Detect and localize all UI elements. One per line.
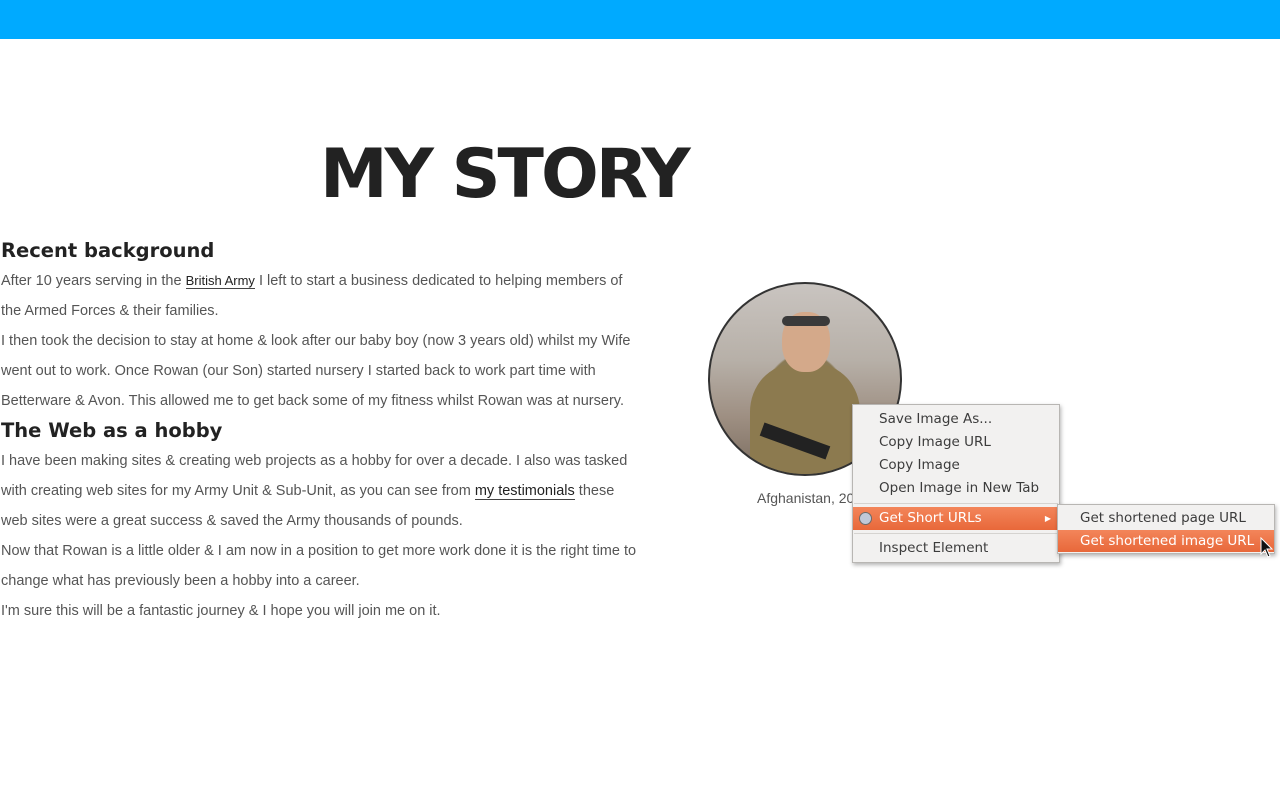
context-menu: Save Image As... Copy Image URL Copy Ima…	[852, 404, 1060, 563]
addon-icon	[859, 512, 872, 525]
paragraph: Now that Rowan is a little older & I am …	[1, 543, 637, 589]
british-army-link[interactable]: British Army	[185, 273, 255, 289]
page-title: MY STORY	[320, 135, 691, 214]
submenu-item-shortened-page-url[interactable]: Get shortened page URL	[1058, 507, 1274, 529]
menu-separator	[854, 533, 1058, 534]
menu-item-label: Get Short URLs	[879, 510, 982, 526]
menu-item-inspect-element[interactable]: Inspect Element	[853, 537, 1059, 560]
menu-separator	[854, 503, 1058, 504]
testimonials-link[interactable]: my testimonials	[474, 483, 575, 500]
paragraph: I have been making sites & creating web …	[1, 453, 628, 529]
menu-item-get-short-urls[interactable]: Get Short URLs ▶	[853, 507, 1059, 530]
top-accent-bar	[0, 0, 1280, 39]
photo-caption: Afghanistan, 20	[757, 490, 855, 506]
paragraph: I then took the decision to stay at home…	[1, 333, 631, 409]
section-heading: Recent background	[1, 239, 215, 262]
mouse-pointer-icon	[1260, 537, 1274, 558]
section-heading: The Web as a hobby	[1, 419, 223, 442]
submenu-item-shortened-image-url[interactable]: Get shortened image URL	[1058, 530, 1274, 552]
paragraph: After 10 years serving in the British Ar…	[1, 273, 623, 319]
paragraph: I'm sure this will be a fantastic journe…	[1, 603, 441, 619]
submenu-arrow-icon: ▶	[1044, 514, 1051, 523]
story-content: Recent background After 10 years serving…	[1, 236, 641, 626]
menu-item-copy-image-url[interactable]: Copy Image URL	[853, 431, 1059, 454]
menu-item-open-image-new-tab[interactable]: Open Image in New Tab	[853, 477, 1059, 500]
short-urls-submenu: Get shortened page URL Get shortened ima…	[1057, 504, 1275, 554]
menu-item-copy-image[interactable]: Copy Image	[853, 454, 1059, 477]
menu-item-save-image-as[interactable]: Save Image As...	[853, 408, 1059, 431]
